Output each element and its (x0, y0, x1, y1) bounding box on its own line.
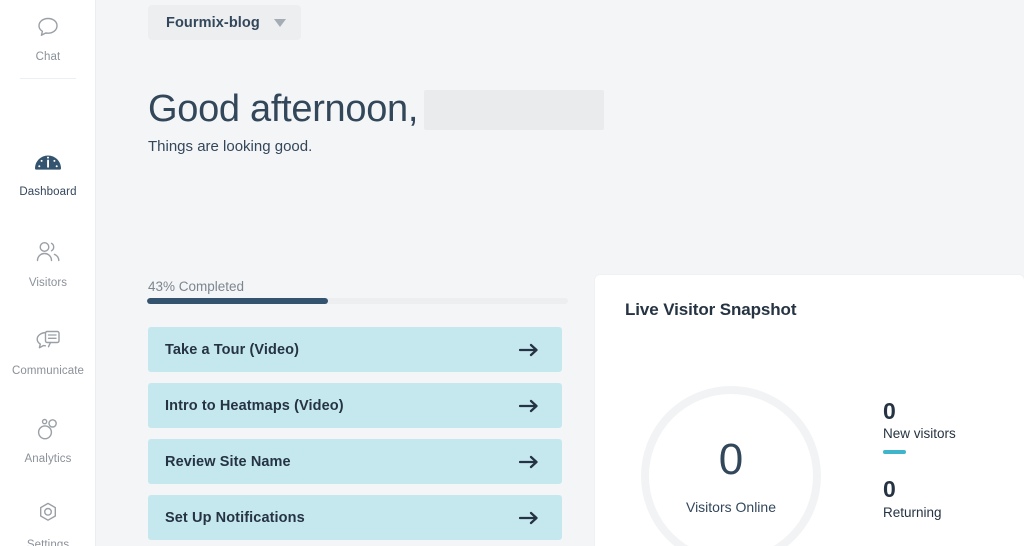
onboarding-task-list: Take a Tour (Video) Intro to Heatmaps (V… (148, 327, 562, 546)
sidebar-item-dashboard[interactable]: Dashboard (0, 145, 95, 198)
chat-bubbles-icon (31, 324, 65, 358)
gauge-icon (31, 145, 65, 179)
greeting-row: Good afternoon, (148, 87, 605, 133)
bubble-chart-icon (31, 412, 65, 446)
sidebar-item-chat[interactable]: Chat (0, 10, 95, 63)
gear-hex-icon (31, 498, 65, 532)
task-label: Take a Tour (Video) (165, 341, 300, 358)
progress-bar-track (147, 298, 568, 304)
sidebar-item-label: Communicate (11, 365, 85, 377)
sidebar-item-analytics[interactable]: Analytics (0, 412, 95, 465)
progress-label: 43% Completed (148, 279, 245, 294)
legend-value: 0 (883, 476, 896, 503)
site-selector-label: Fourmix-blog (166, 14, 260, 31)
sidebar-item-label: Analytics (24, 453, 72, 465)
sidebar-item-visitors[interactable]: Visitors (0, 236, 95, 289)
arrow-right-icon (519, 399, 540, 413)
task-label: Review Site Name (165, 453, 291, 470)
progress-bar-fill (147, 298, 329, 304)
sidebar-item-settings[interactable]: Settings (0, 498, 95, 546)
visitors-online-value: 0 (718, 435, 744, 484)
legend-item-returning: 0 Returning (883, 476, 1013, 519)
sidebar-item-label: Dashboard (19, 186, 77, 198)
arrow-right-icon (519, 343, 540, 357)
sidebar-divider (20, 78, 76, 79)
visitors-online-label: Visitors Online (685, 499, 776, 515)
greeting-subtitle: Things are looking good. (148, 138, 313, 155)
main-content: Fourmix-blog Good afternoon, Things are … (96, 0, 1024, 546)
user-name-redacted (424, 89, 605, 130)
arrow-right-icon (519, 511, 540, 525)
arrow-right-icon (519, 455, 540, 469)
task-card[interactable]: Review Site Name (148, 439, 562, 484)
chat-bubble-icon (31, 10, 65, 44)
legend-label: New visitors (883, 426, 956, 442)
snapshot-title: Live Visitor Snapshot (625, 300, 797, 319)
sidebar: Chat Dashboard Visitors Communicate Anal… (0, 0, 96, 546)
sidebar-item-label: Visitors (28, 277, 68, 289)
page-title: Good afternoon, (148, 88, 419, 130)
snapshot-legend: 0 New visitors 0 Returning (883, 398, 1013, 542)
task-card[interactable]: Intro to Heatmaps (Video) (148, 383, 562, 428)
site-selector-dropdown[interactable]: Fourmix-blog (148, 5, 301, 40)
chevron-down-icon (273, 18, 286, 27)
visitors-online-donut: 0 Visitors Online (641, 386, 821, 546)
legend-color-bar (883, 450, 906, 455)
people-icon (31, 236, 65, 270)
sidebar-item-communicate[interactable]: Communicate (0, 324, 95, 377)
sidebar-item-label: Settings (26, 539, 70, 546)
task-card[interactable]: Set Up Notifications (148, 495, 562, 540)
legend-item-new-visitors: 0 New visitors (883, 398, 1013, 455)
live-visitor-snapshot-card: Live Visitor Snapshot 0 Visitors Online … (595, 275, 1024, 546)
task-label: Set Up Notifications (165, 509, 305, 526)
legend-value: 0 (883, 398, 896, 424)
task-label: Intro to Heatmaps (Video) (165, 397, 344, 414)
sidebar-item-label: Chat (35, 51, 61, 63)
task-card[interactable]: Take a Tour (Video) (148, 327, 562, 372)
legend-label: Returning (883, 504, 942, 520)
